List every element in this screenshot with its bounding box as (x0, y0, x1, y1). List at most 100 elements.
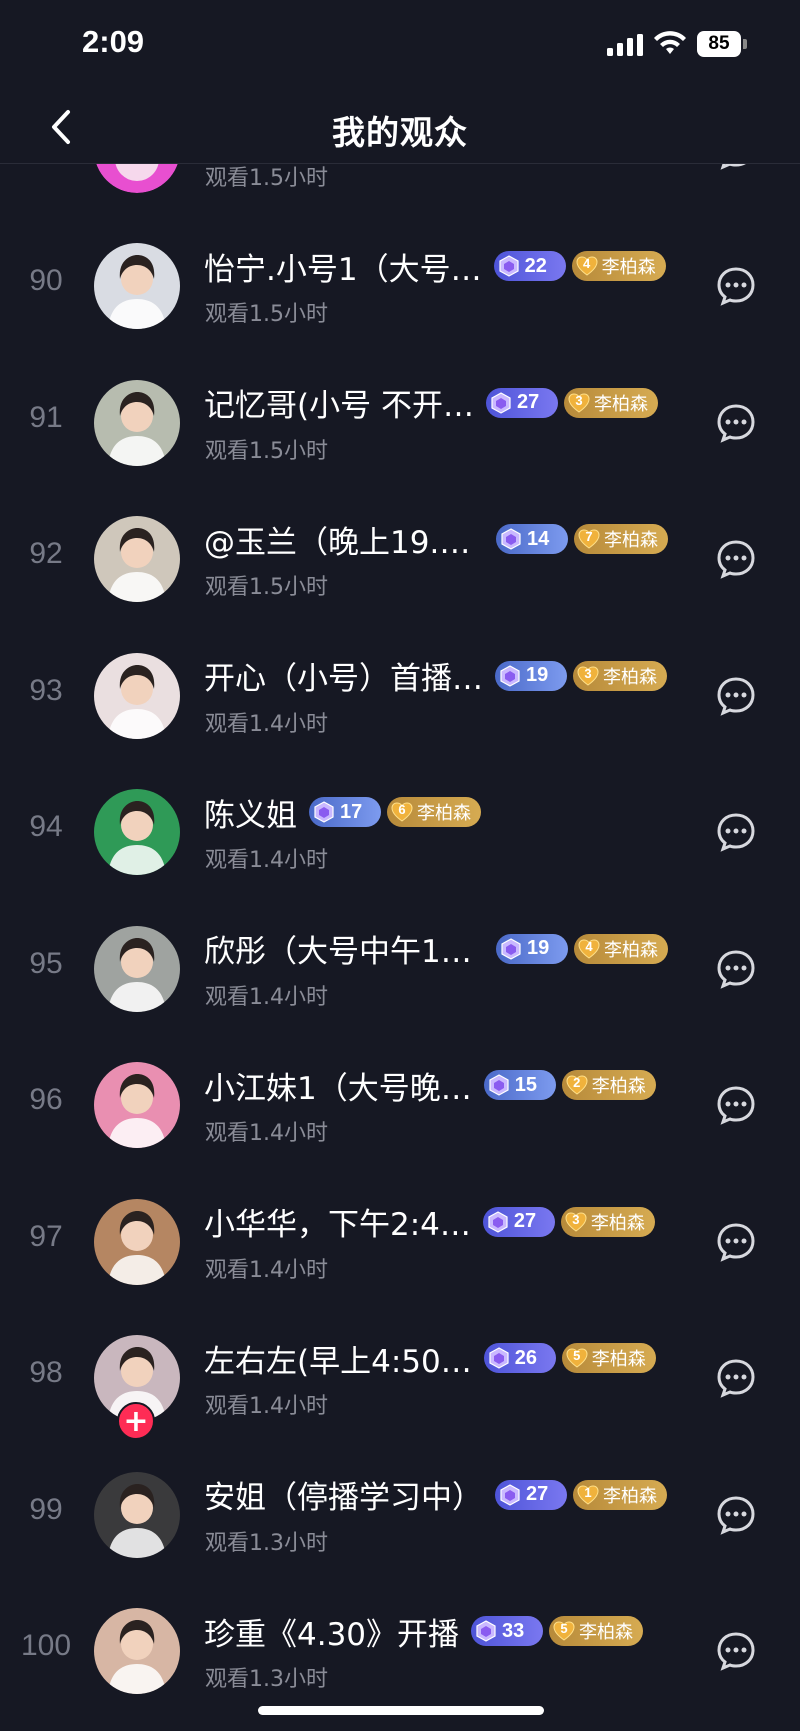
list-item[interactable]: 90 怡宁.小号1（大号… 22 4 李柏森 观看1.5小时 (0, 218, 800, 354)
chat-bubble-icon[interactable] (716, 1222, 756, 1262)
level-number: 19 (527, 937, 550, 959)
avatar[interactable] (94, 243, 180, 329)
avatar[interactable] (94, 379, 180, 466)
wifi-icon (654, 31, 686, 54)
gem-icon (314, 801, 334, 823)
list-item[interactable]: 92 @玉兰（晚上19.3… 14 7 李柏森 观看1.5小时 (0, 491, 800, 627)
watch-duration: 观看1.4小时 (205, 1121, 328, 1146)
list-item[interactable]: 91 记忆哥(小号 不开… 27 3 李柏森 观看1.5小时 (0, 355, 800, 491)
avatar[interactable] (94, 1198, 180, 1285)
fan-club-badge: 5 李柏森 (561, 1343, 656, 1373)
chat-bubble-icon[interactable] (716, 676, 756, 716)
list-item[interactable]: 95 欣彤（大号中午13… 19 4 李柏森 观看1.4小时 (0, 901, 800, 1037)
list-item[interactable]: 97 小华华，下午2:4… 27 3 李柏森 观看1.4小时 (0, 1174, 800, 1310)
battery-level: 85 (697, 31, 741, 57)
level-badge: 27 (495, 1479, 567, 1510)
chat-bubble-icon[interactable] (716, 539, 756, 579)
avatar[interactable] (94, 1608, 180, 1694)
level-number: 14 (527, 527, 550, 550)
viewer-name: 左右左(早上4:50… (204, 1343, 472, 1380)
fan-club-name: 李柏森 (603, 1485, 657, 1507)
avatar[interactable] (94, 516, 180, 602)
chat-bubble-icon[interactable] (716, 1358, 756, 1398)
fan-club-badge: 2 李柏森 (561, 1070, 656, 1100)
fan-club-badge: 5 李柏森 (549, 1616, 644, 1646)
heart-icon: 4 (575, 254, 599, 278)
rank-number: 96 (29, 1083, 63, 1116)
list-item[interactable]: 100 珍重《4.30》开播 33 5 李柏森 观看1.3小时 (0, 1583, 800, 1719)
list-item[interactable]: 89 观看1.5小时 (0, 164, 800, 218)
watch-duration: 观看1.5小时 (205, 302, 328, 327)
fan-club-name: 李柏森 (603, 666, 657, 688)
watch-duration: 观看1.4小时 (205, 984, 328, 1010)
list-item[interactable]: 93 开心（小号）首播… 19 3 李柏森 观看1.4小时 (0, 628, 800, 764)
level-number: 17 (340, 800, 363, 823)
chat-bubble-icon[interactable] (716, 164, 756, 170)
gem-icon (501, 528, 521, 550)
signal-icon (607, 34, 643, 56)
level-badge: 14 (496, 524, 568, 554)
fan-level: 3 (572, 1211, 580, 1227)
chat-bubble-icon[interactable] (716, 1085, 756, 1125)
gem-icon (491, 391, 511, 414)
avatar[interactable] (94, 164, 180, 193)
list-item[interactable]: 96 小江妹1（大号晚… 15 2 李柏森 观看1.4小时 (0, 1037, 800, 1173)
fan-club-name: 李柏森 (604, 530, 658, 551)
list-item[interactable]: 94 陈义姐 17 6 李柏森 观看1.4小时 (0, 764, 800, 900)
name-line: @玉兰（晚上19.3… 14 7 李柏森 (204, 517, 668, 561)
level-badge: 27 (482, 1206, 555, 1237)
chat-bubble-icon[interactable] (716, 1631, 756, 1671)
chat-bubble-icon[interactable] (716, 949, 756, 989)
avatar[interactable] (94, 789, 180, 875)
level-number: 15 (514, 1073, 537, 1096)
chat-bubble-icon[interactable] (716, 1495, 756, 1535)
gem-icon (501, 937, 521, 960)
viewer-name: 小华华，下午2:4… (204, 1207, 471, 1243)
list-item[interactable]: 98 左右左(早上4:50… 26 5 李柏森 观看1.4小时 + (0, 1310, 800, 1446)
level-badge: 17 (309, 797, 381, 827)
level-badge: 22 (493, 251, 566, 281)
viewer-name: 开心（小号）首播… (204, 661, 483, 697)
name-line: 欣彤（大号中午13… 19 4 李柏森 (204, 927, 668, 971)
watch-duration: 观看1.4小时 (205, 1394, 328, 1419)
chat-bubble-icon[interactable] (716, 812, 756, 852)
chat-bubble-icon[interactable] (716, 403, 756, 443)
fan-club-name: 李柏森 (591, 1076, 646, 1097)
viewer-name: 怡宁.小号1（大号… (204, 251, 482, 288)
chat-bubble-icon[interactable] (716, 266, 756, 306)
avatar[interactable] (94, 1471, 180, 1558)
fan-club-name: 李柏森 (601, 257, 656, 278)
heart-icon: 3 (564, 1210, 588, 1234)
fan-club-badge: 4 李柏森 (574, 933, 668, 964)
viewer-name: 记忆哥(小号 不开… (204, 388, 474, 424)
fan-club-badge: 1 李柏森 (573, 1479, 667, 1510)
viewer-name: 珍重《4.30》开播 (204, 1616, 460, 1653)
battery-cap (743, 39, 747, 49)
rank-number: 91 (29, 400, 63, 434)
heart-icon: 5 (565, 1346, 589, 1370)
watch-duration: 观看1.4小时 (205, 1257, 328, 1283)
fan-level: 3 (584, 665, 592, 681)
status-bar: 2:09 85 (0, 0, 800, 90)
heart-icon: 1 (576, 1483, 600, 1507)
watch-duration: 观看1.5小时 (205, 575, 328, 600)
fan-club-badge: 6 李柏森 (387, 797, 481, 827)
rank-number: 94 (29, 810, 63, 843)
name-line: 开心（小号）首播… 19 3 李柏森 (204, 654, 667, 698)
fan-club-name: 李柏森 (604, 939, 658, 961)
fan-level: 7 (585, 529, 593, 544)
fan-level: 4 (582, 256, 591, 271)
avatar[interactable] (94, 652, 180, 739)
list-item[interactable]: 99 安姐（停播学习中） 27 1 李柏森 观看1.3小时 (0, 1447, 800, 1583)
name-line: 安姐（停播学习中） 27 1 李柏森 (204, 1473, 667, 1517)
fan-level: 6 (398, 802, 406, 817)
battery-icon: 85 (697, 31, 747, 57)
fan-club-name: 李柏森 (417, 803, 471, 824)
rank-number: 100 (20, 1629, 72, 1662)
fan-club-badge: 3 李柏森 (563, 387, 658, 418)
avatar[interactable] (94, 925, 180, 1012)
level-number: 33 (502, 1619, 525, 1642)
follow-plus-button[interactable]: + (117, 1402, 155, 1440)
fan-level: 2 (573, 1075, 581, 1090)
avatar[interactable] (94, 1062, 180, 1148)
